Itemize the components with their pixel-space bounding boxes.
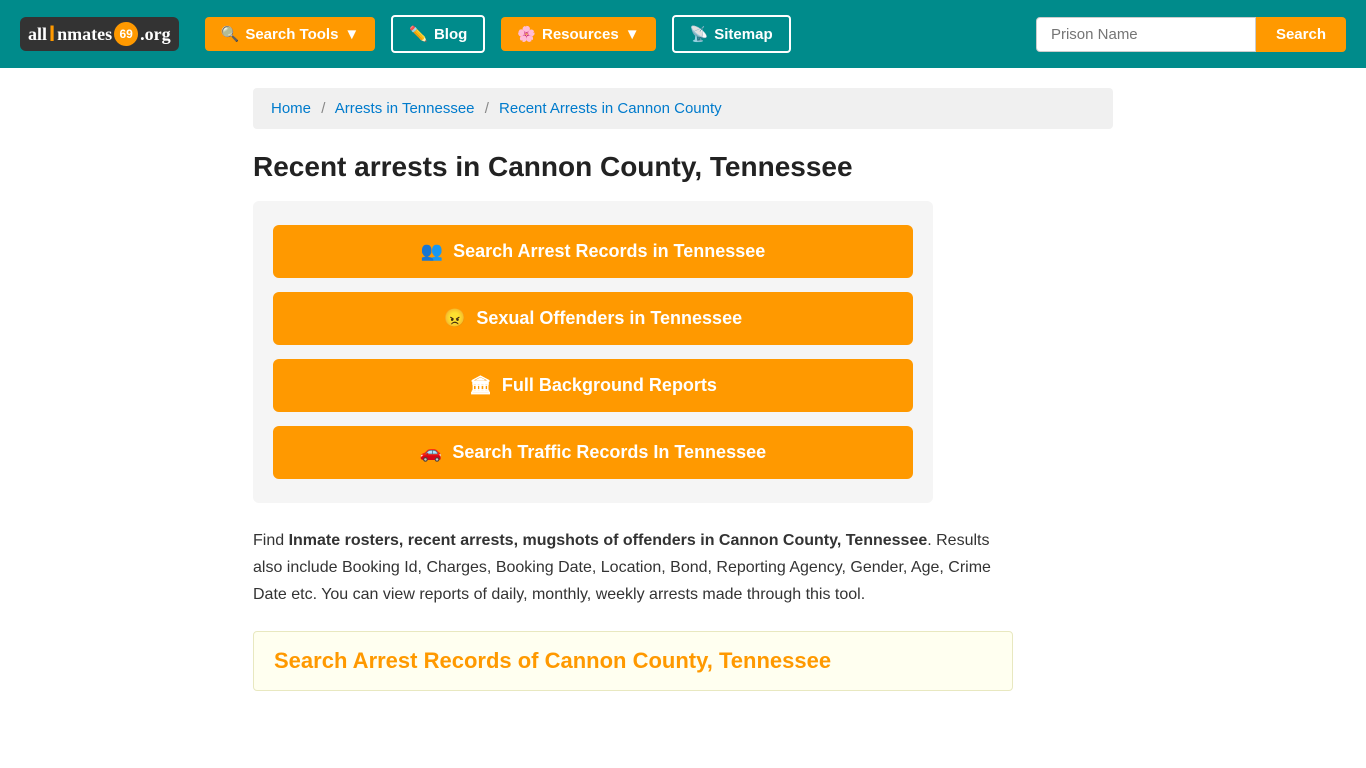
prison-name-input[interactable] bbox=[1036, 17, 1256, 52]
page-description: Find Inmate rosters, recent arrests, mug… bbox=[253, 527, 1013, 609]
main-content: Home / Arrests in Tennessee / Recent Arr… bbox=[233, 68, 1133, 711]
search-tools-label: Search Tools bbox=[245, 26, 338, 43]
sitemap-label: Sitemap bbox=[714, 26, 772, 43]
site-logo[interactable]: allInmates 69 .org bbox=[20, 17, 179, 51]
traffic-records-label: Search Traffic Records In Tennessee bbox=[452, 442, 766, 463]
description-intro: Find bbox=[253, 532, 289, 549]
header-search-label: Search bbox=[1276, 26, 1326, 43]
resources-label: Resources bbox=[542, 26, 619, 43]
header-search-area: Search bbox=[1036, 17, 1346, 52]
sitemap-button[interactable]: 📡 Sitemap bbox=[672, 15, 791, 53]
search-tools-button[interactable]: 🔍 Search Tools ▼ bbox=[205, 17, 376, 51]
search-arrests-button[interactable]: 👥 Search Arrest Records in Tennessee bbox=[273, 225, 913, 278]
search-tools-icon: 🔍 bbox=[221, 25, 240, 43]
sexual-offenders-icon: 😠 bbox=[444, 308, 466, 329]
search-tools-chevron: ▼ bbox=[344, 26, 359, 43]
resources-button[interactable]: 🌸 Resources ▼ bbox=[501, 17, 655, 51]
background-reports-label: Full Background Reports bbox=[502, 375, 717, 396]
description-bold: Inmate rosters, recent arrests, mugshots… bbox=[289, 532, 928, 549]
traffic-records-icon: 🚗 bbox=[420, 442, 442, 463]
traffic-records-button[interactable]: 🚗 Search Traffic Records In Tennessee bbox=[273, 426, 913, 479]
breadcrumb-current: Recent Arrests in Cannon County bbox=[499, 100, 722, 117]
section-box: Search Arrest Records of Cannon County, … bbox=[253, 631, 1013, 691]
search-arrests-label: Search Arrest Records in Tennessee bbox=[453, 241, 765, 262]
blog-icon: ✏️ bbox=[409, 25, 428, 43]
logo-text-org: .org bbox=[140, 24, 171, 45]
header-search-button[interactable]: Search bbox=[1256, 17, 1346, 52]
page-title: Recent arrests in Cannon County, Tenness… bbox=[253, 151, 1113, 183]
breadcrumb-arrests-tennessee[interactable]: Arrests in Tennessee bbox=[335, 100, 475, 117]
breadcrumb-sep-1: / bbox=[321, 100, 325, 117]
logo-text-nmates: nmates bbox=[57, 24, 112, 45]
sexual-offenders-button[interactable]: 😠 Sexual Offenders in Tennessee bbox=[273, 292, 913, 345]
logo-text-all: all bbox=[28, 24, 47, 45]
background-reports-icon: 🏛 bbox=[469, 375, 492, 396]
section-title: Search Arrest Records of Cannon County, … bbox=[274, 648, 992, 674]
resources-chevron: ▼ bbox=[625, 26, 640, 43]
action-button-box: 👥 Search Arrest Records in Tennessee 😠 S… bbox=[253, 201, 933, 503]
logo-text-i: I bbox=[49, 21, 55, 47]
sitemap-icon: 📡 bbox=[690, 25, 709, 43]
blog-label: Blog bbox=[434, 26, 467, 43]
site-header: allInmates 69 .org 🔍 Search Tools ▼ ✏️ B… bbox=[0, 0, 1366, 68]
blog-button[interactable]: ✏️ Blog bbox=[391, 15, 485, 53]
search-arrests-icon: 👥 bbox=[421, 241, 443, 262]
logo-dot: 69 bbox=[114, 22, 138, 46]
resources-icon: 🌸 bbox=[517, 25, 536, 43]
sexual-offenders-label: Sexual Offenders in Tennessee bbox=[476, 308, 742, 329]
breadcrumb: Home / Arrests in Tennessee / Recent Arr… bbox=[253, 88, 1113, 129]
breadcrumb-sep-2: / bbox=[485, 100, 489, 117]
background-reports-button[interactable]: 🏛 Full Background Reports bbox=[273, 359, 913, 412]
breadcrumb-home[interactable]: Home bbox=[271, 100, 311, 117]
